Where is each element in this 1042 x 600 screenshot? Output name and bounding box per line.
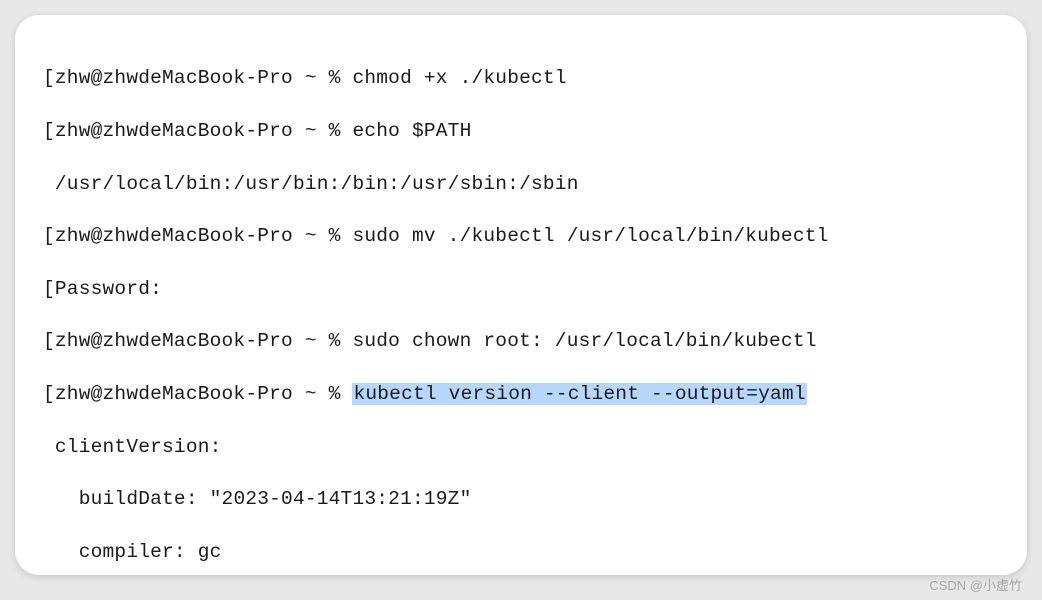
bracket-open: [ <box>43 67 55 89</box>
terminal-line: [zhw@zhwdeMacBook-Pro ~ % sudo mv ./kube… <box>43 223 999 249</box>
bracket-open: [ <box>43 383 55 405</box>
output-line: compiler: gc <box>43 539 999 565</box>
bracket-open: [ <box>43 330 55 352</box>
bracket-open: [ <box>43 120 55 142</box>
yaml-output: buildDate: "2023-04-14T13:21:19Z" <box>79 488 472 510</box>
output-line: buildDate: "2023-04-14T13:21:19Z" <box>43 486 999 512</box>
output-text: /usr/local/bin:/usr/bin:/bin:/usr/sbin:/… <box>55 173 579 195</box>
terminal-line: [zhw@zhwdeMacBook-Pro ~ % echo $PATH <box>43 118 999 144</box>
yaml-output: clientVersion: <box>55 436 222 458</box>
password-prompt: Password: <box>55 278 162 300</box>
command-text: chmod +x ./kubectl <box>352 67 566 89</box>
prompt: zhw@zhwdeMacBook-Pro ~ % <box>55 383 341 405</box>
prompt: zhw@zhwdeMacBook-Pro ~ % <box>55 330 341 352</box>
terminal-window: [zhw@zhwdeMacBook-Pro ~ % chmod +x ./kub… <box>15 15 1027 575</box>
highlighted-command: kubectl version --client --output=yaml <box>352 383 806 405</box>
output-line: clientVersion: <box>43 434 999 460</box>
yaml-output: compiler: gc <box>79 541 222 563</box>
prompt: zhw@zhwdeMacBook-Pro ~ % <box>55 120 341 142</box>
command-text: sudo chown root: /usr/local/bin/kubectl <box>352 330 816 352</box>
watermark-text: CSDN @小虚竹 <box>929 575 1022 594</box>
terminal-content[interactable]: [zhw@zhwdeMacBook-Pro ~ % chmod +x ./kub… <box>43 39 999 575</box>
terminal-line: [zhw@zhwdeMacBook-Pro ~ % kubectl versio… <box>43 381 999 407</box>
output-line: /usr/local/bin:/usr/bin:/bin:/usr/sbin:/… <box>43 171 999 197</box>
bracket-open: [ <box>43 278 55 300</box>
command-text: echo $PATH <box>352 120 471 142</box>
terminal-line: [zhw@zhwdeMacBook-Pro ~ % chmod +x ./kub… <box>43 65 999 91</box>
command-text: sudo mv ./kubectl /usr/local/bin/kubectl <box>352 225 828 247</box>
prompt: zhw@zhwdeMacBook-Pro ~ % <box>55 225 341 247</box>
terminal-line: [zhw@zhwdeMacBook-Pro ~ % sudo chown roo… <box>43 328 999 354</box>
bracket-open: [ <box>43 225 55 247</box>
terminal-line: [Password: <box>43 276 999 302</box>
prompt: zhw@zhwdeMacBook-Pro ~ % <box>55 67 341 89</box>
